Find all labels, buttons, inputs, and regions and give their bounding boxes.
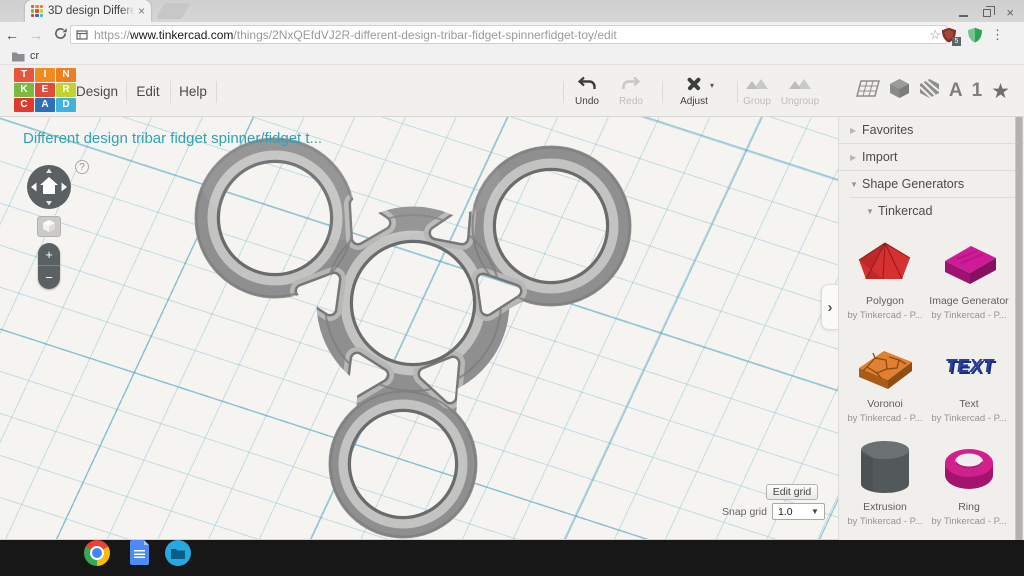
snap-grid-label: Snap grid [722,506,767,518]
sidebar-section-shape-generators[interactable]: ▼ Shape Generators [839,171,1024,197]
design-canvas[interactable]: Different design tribar fidget spinner/f… [0,117,838,540]
tinkercad-header: TIN KER CAD Design Edit Help Undo Redo ▾… [0,65,1024,117]
redo-button[interactable]: Redo [609,73,653,107]
orbit-navigation-pad[interactable] [25,163,73,211]
text-tool-icon[interactable]: A [949,80,963,102]
solid-box-tool-icon[interactable] [889,78,910,104]
text-shape-thumbnail: TEXTTEXT [925,332,1013,394]
taskbar: WB 1 7:28 [0,540,1024,576]
url-text: https://www.tinkercad.com/things/2NxQEfd… [94,28,925,42]
new-tab-button[interactable] [156,3,191,19]
shape-card-ring[interactable]: Ring by Tinkercad - P... [925,435,1013,527]
tab-title: 3D design Different desi [48,5,135,17]
chevron-down-icon: ▼ [850,180,862,189]
extrusion-shape-thumbnail [841,435,929,497]
redo-icon [609,73,653,93]
menu-help[interactable]: Help [174,65,212,117]
chevron-right-icon: ▶ [850,126,862,135]
bookmarks-bar: cr [0,48,1024,65]
window-close-icon[interactable]: × [1006,6,1014,19]
polygon-shape-thumbnail [841,229,929,291]
zoom-controls[interactable]: + − [38,243,60,289]
chevron-right-icon: ▶ [850,153,862,162]
sidebar-collapse-handle[interactable]: › [821,284,838,330]
zoom-out-button[interactable]: − [38,266,60,289]
zoom-in-button[interactable]: + [38,243,60,266]
reload-icon[interactable] [48,27,72,43]
ublock-extension-icon[interactable]: 5 [941,27,958,44]
number-tool-icon[interactable]: 1 [972,80,983,102]
snap-grid-select[interactable]: 1.0 ▼ [772,503,825,520]
tinkercad-logo[interactable]: TIN KER CAD [14,68,76,112]
sidebar-subsection-tinkercad[interactable]: ▼ Tinkercad [839,198,1024,224]
browser-menu-icon[interactable]: ⋮ [991,27,1004,43]
menu-edit[interactable]: Edit [130,65,166,117]
menu-design[interactable]: Design [72,65,122,117]
group-button[interactable]: Group [735,73,779,107]
shape-card-extrusion[interactable]: Extrusion by Tinkercad - P... [841,435,929,527]
docs-app-icon[interactable] [130,540,149,565]
fidget-spinner-model[interactable] [150,120,670,540]
svg-text:TEXT: TEXT [944,356,996,377]
help-icon[interactable]: ? [75,160,89,174]
browser-tab[interactable]: 3D design Different desi × [25,0,151,22]
shapes-sidebar: ▶ Favorites ▶ Import ▼ Shape Generators … [838,117,1024,540]
image-generator-shape-thumbnail [925,229,1013,291]
ungroup-button[interactable]: Ungroup [778,73,822,107]
extension-badge: 5 [952,37,961,46]
snap-grid-value: 1.0 [778,506,811,518]
sidebar-scrollbar[interactable] [1015,117,1023,540]
adjust-button[interactable]: ▾ Adjust [672,73,716,107]
tinkercad-favicon [31,5,43,17]
window-restore-icon[interactable] [983,9,991,17]
shield-extension-icon[interactable] [967,27,984,44]
screen: 3D design Different desi × × ← → https:/… [0,0,1024,576]
folder-icon [12,51,25,62]
undo-icon [565,73,609,93]
chevron-down-icon: ▼ [866,207,878,216]
shape-card-image-generator[interactable]: Image Generator by Tinkercad - P... [925,229,1013,321]
chrome-app-icon[interactable] [84,540,110,566]
files-app-icon[interactable] [165,540,191,566]
workplane-tool-icon[interactable] [856,79,880,103]
sidebar-section-favorites[interactable]: ▶ Favorites [839,117,1024,143]
window-minimize-icon[interactable] [959,15,968,17]
ring-shape-thumbnail [925,435,1013,497]
group-icon [735,73,779,93]
fit-view-button[interactable] [37,216,61,237]
bookmark-folder[interactable]: cr [30,50,39,62]
chevron-right-icon: › [828,299,833,316]
edit-grid-button[interactable]: Edit grid [766,484,818,500]
forward-icon[interactable]: → [24,27,48,43]
hole-box-tool-icon[interactable] [919,78,940,104]
tab-close-icon[interactable]: × [138,5,145,17]
favorites-tool-icon[interactable]: ★ [991,79,1010,104]
snap-grid-dropdown-icon: ▼ [811,507,819,516]
voronoi-shape-thumbnail [841,332,929,394]
shape-card-text[interactable]: TEXTTEXT Text by Tinkercad - P... [925,332,1013,424]
back-icon[interactable]: ← [0,27,24,43]
shape-card-voronoi[interactable]: Voronoi by Tinkercad - P... [841,332,929,424]
browser-tab-bar: 3D design Different desi × × [0,0,1024,22]
page-icon [76,29,88,41]
adjust-dropdown-icon: ▾ [710,81,714,90]
undo-button[interactable]: Undo [565,73,609,107]
browser-toolbar: ← → https://www.tinkercad.com/things/2Nx… [0,22,1024,48]
url-bar[interactable]: https://www.tinkercad.com/things/2NxQEfd… [70,25,947,44]
bookmark-star-icon[interactable]: ☆ [929,27,941,43]
ungroup-icon [778,73,822,93]
sidebar-section-import[interactable]: ▶ Import [839,144,1024,170]
design-title[interactable]: Different design tribar fidget spinner/f… [23,130,322,147]
shape-card-polygon[interactable]: Polygon by Tinkercad - P... [841,229,929,321]
